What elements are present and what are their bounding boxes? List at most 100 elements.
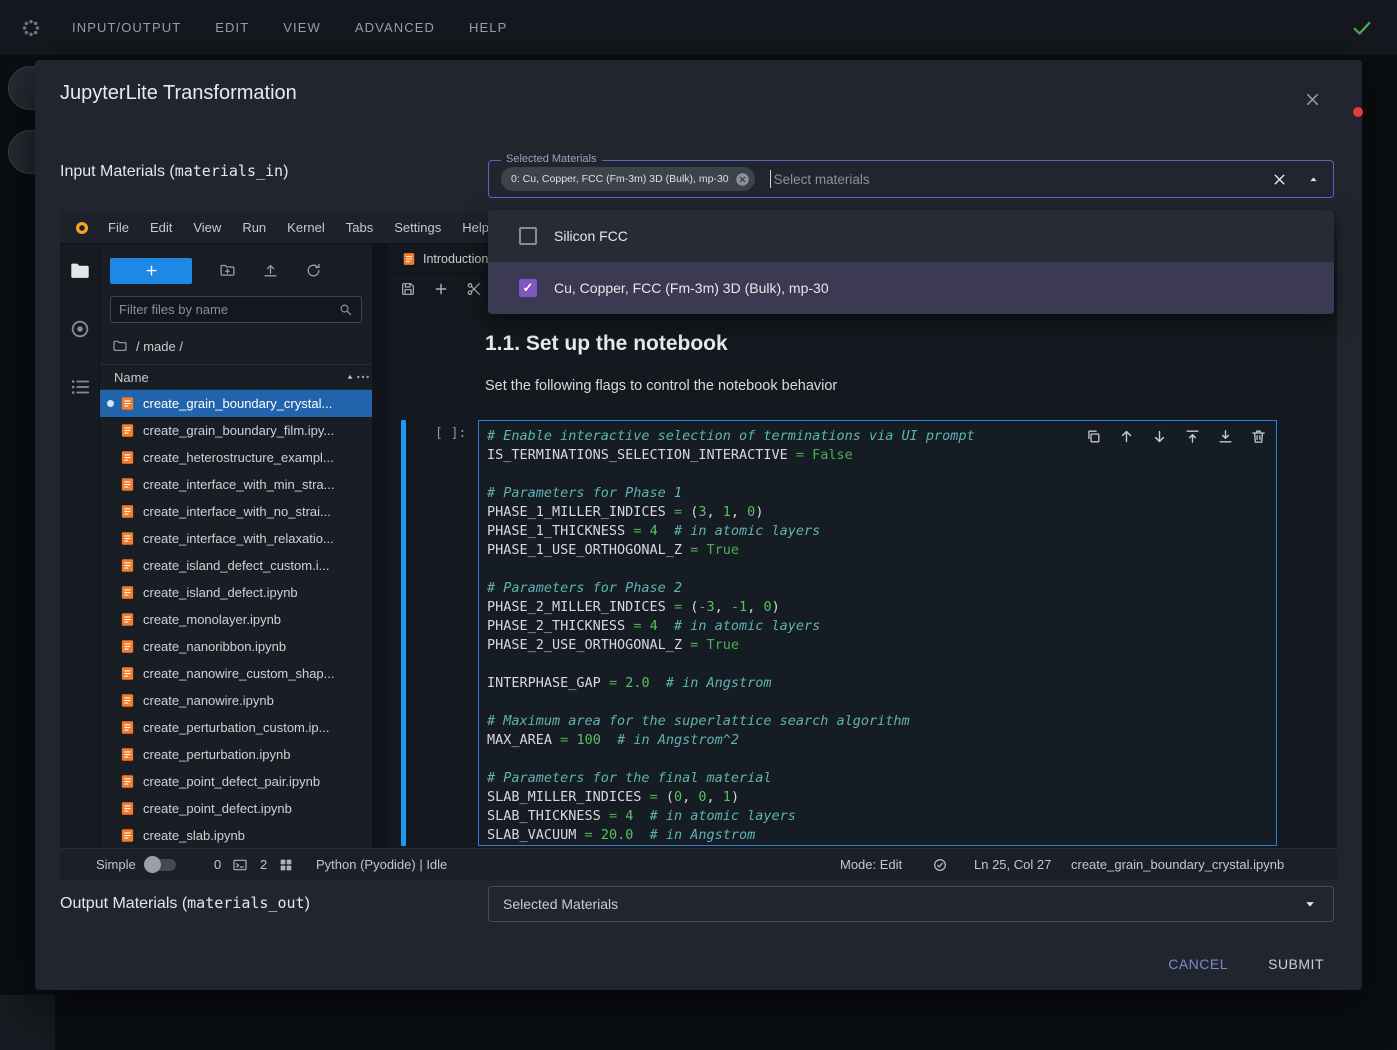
kernels-count[interactable]: 2 [260, 849, 267, 880]
copy-icon[interactable] [1085, 428, 1102, 445]
table-of-contents-icon[interactable] [69, 376, 91, 398]
file-item[interactable]: create_point_defect.ipynb [100, 795, 372, 822]
file-item[interactable]: create_nanowire_custom_shap... [100, 660, 372, 687]
topbar-menu-view[interactable]: VIEW [283, 20, 321, 35]
jupyter-menu-tabs[interactable]: Tabs [346, 220, 373, 235]
material-option[interactable]: Silicon FCC [488, 210, 1334, 262]
new-folder-icon[interactable] [219, 262, 236, 279]
more-columns-icon[interactable] [355, 369, 371, 385]
panel-splitter[interactable] [372, 244, 388, 848]
jupyter-menu-help[interactable]: Help [462, 220, 489, 235]
jupyter-menu-file[interactable]: File [108, 220, 129, 235]
file-item[interactable]: create_point_defect_pair.ipynb [100, 768, 372, 795]
file-item[interactable]: create_island_defect_custom.i... [100, 552, 372, 579]
folder-icon[interactable] [69, 260, 91, 282]
notebook-file-icon [120, 450, 135, 465]
checkbox-icon[interactable] [519, 227, 537, 245]
file-name: create_heterostructure_exampl... [143, 450, 334, 465]
name-column-header[interactable]: Name [114, 370, 149, 385]
jupyter-menu-edit[interactable]: Edit [150, 220, 172, 235]
file-item[interactable]: create_interface_with_min_stra... [100, 471, 372, 498]
running-sessions-icon[interactable] [69, 318, 91, 340]
file-item[interactable]: create_grain_boundary_film.ipy... [100, 417, 372, 444]
notebook-file-icon [120, 612, 135, 627]
file-name: create_nanoribbon.ipynb [143, 639, 286, 654]
cursor-position[interactable]: Ln 25, Col 27 [974, 849, 1051, 880]
submit-button[interactable]: SUBMIT [1254, 946, 1338, 982]
material-option[interactable]: Cu, Copper, FCC (Fm-3m) 3D (Bulk), mp-30 [488, 262, 1334, 314]
cell-prompt: [ ]: [435, 426, 466, 441]
cell-collapser[interactable] [401, 420, 406, 846]
topbar-menu-help[interactable]: HELP [469, 20, 507, 35]
new-launcher-button[interactable] [110, 258, 192, 284]
notebook-paragraph: Set the following flags to control the n… [485, 378, 837, 394]
topbar-menu-input-output[interactable]: INPUT/OUTPUT [72, 20, 181, 35]
cancel-button[interactable]: CANCEL [1154, 946, 1242, 982]
running-indicator-dot [107, 400, 114, 407]
filter-files-input[interactable] [119, 302, 338, 317]
arrow-up-icon[interactable] [1118, 428, 1135, 445]
code-line [487, 693, 1276, 712]
selected-material-chip[interactable]: 0: Cu, Copper, FCC (Fm-3m) 3D (Bulk), mp… [501, 167, 755, 191]
kernel-icon [278, 857, 294, 873]
notebook-file-icon [120, 585, 135, 600]
code-line: INTERPHASE_GAP = 2.0 # in Angstrom [487, 674, 1276, 693]
label-text: Input Materials ( [60, 163, 175, 180]
insert-below-icon[interactable] [1217, 428, 1234, 445]
file-item[interactable]: create_perturbation_custom.ip... [100, 714, 372, 741]
checkbox-icon[interactable] [519, 279, 537, 297]
jupyter-menu-settings[interactable]: Settings [394, 220, 441, 235]
tab-introduction[interactable]: Introduction [388, 244, 503, 273]
file-item[interactable]: create_nanoribbon.ipynb [100, 633, 372, 660]
file-item[interactable]: create_heterostructure_exampl... [100, 444, 372, 471]
file-item[interactable]: create_perturbation.ipynb [100, 741, 372, 768]
jupyter-menu-run[interactable]: Run [242, 220, 266, 235]
expand-dropdown-icon[interactable] [1301, 895, 1319, 913]
notebook-file-icon [120, 396, 135, 411]
file-name: create_interface_with_min_stra... [143, 477, 334, 492]
file-item[interactable]: create_grain_boundary_crystal... [100, 390, 372, 417]
kernel-status[interactable]: Python (Pyodide) | Idle [316, 849, 447, 880]
breadcrumb-path: / made / [136, 339, 183, 354]
topbar-menu-advanced[interactable]: ADVANCED [355, 20, 435, 35]
breadcrumb[interactable]: / made / [100, 335, 372, 357]
file-item[interactable]: create_nanowire.ipynb [100, 687, 372, 714]
confirm-check-icon[interactable] [1351, 17, 1373, 39]
app-logo-icon[interactable] [20, 17, 42, 39]
filter-files-box [110, 296, 362, 323]
jupyter-menu-kernel[interactable]: Kernel [287, 220, 325, 235]
trash-icon[interactable] [1250, 428, 1267, 445]
clear-selection-icon[interactable] [1271, 171, 1288, 188]
file-item[interactable]: create_island_defect.ipynb [100, 579, 372, 606]
plus-icon[interactable] [433, 281, 449, 297]
code-cell[interactable]: # Enable interactive selection of termin… [478, 420, 1277, 846]
input-materials-select[interactable]: Selected Materials 0: Cu, Copper, FCC (F… [488, 160, 1334, 198]
file-item[interactable]: create_interface_with_no_strai... [100, 498, 372, 525]
chip-label: 0: Cu, Copper, FCC (Fm-3m) 3D (Bulk), mp… [511, 173, 729, 185]
file-item[interactable]: create_monolayer.ipynb [100, 606, 372, 633]
code-line [487, 750, 1276, 769]
select-materials-input[interactable] [774, 172, 1261, 187]
file-name: create_nanowire.ipynb [143, 693, 274, 708]
file-name: create_grain_boundary_crystal... [143, 396, 332, 411]
editor-mode[interactable]: Mode: Edit [840, 849, 902, 880]
save-icon[interactable] [400, 281, 416, 297]
terminals-count[interactable]: 0 [214, 849, 221, 880]
insert-above-icon[interactable] [1184, 428, 1201, 445]
collapse-dropdown-icon[interactable] [1306, 172, 1321, 187]
file-item[interactable]: create_slab.ipynb [100, 822, 372, 848]
file-item[interactable]: create_interface_with_relaxatio... [100, 525, 372, 552]
upload-icon[interactable] [262, 262, 279, 279]
simple-mode-toggle[interactable] [146, 859, 176, 871]
file-list-header[interactable]: Name [100, 364, 372, 390]
refresh-icon[interactable] [305, 262, 322, 279]
output-materials-select[interactable]: Selected Materials [488, 886, 1334, 922]
arrow-down-icon[interactable] [1151, 428, 1168, 445]
file-browser: / made / Name create_grain_boundary_crys… [100, 244, 372, 848]
topbar-menu-edit[interactable]: EDIT [215, 20, 249, 35]
jupyterlite-logo-icon [74, 220, 90, 236]
chip-remove-icon[interactable] [735, 172, 750, 187]
cut-icon[interactable] [466, 281, 482, 297]
jupyter-menu-view[interactable]: View [193, 220, 221, 235]
dialog-close-icon[interactable] [1303, 90, 1322, 109]
